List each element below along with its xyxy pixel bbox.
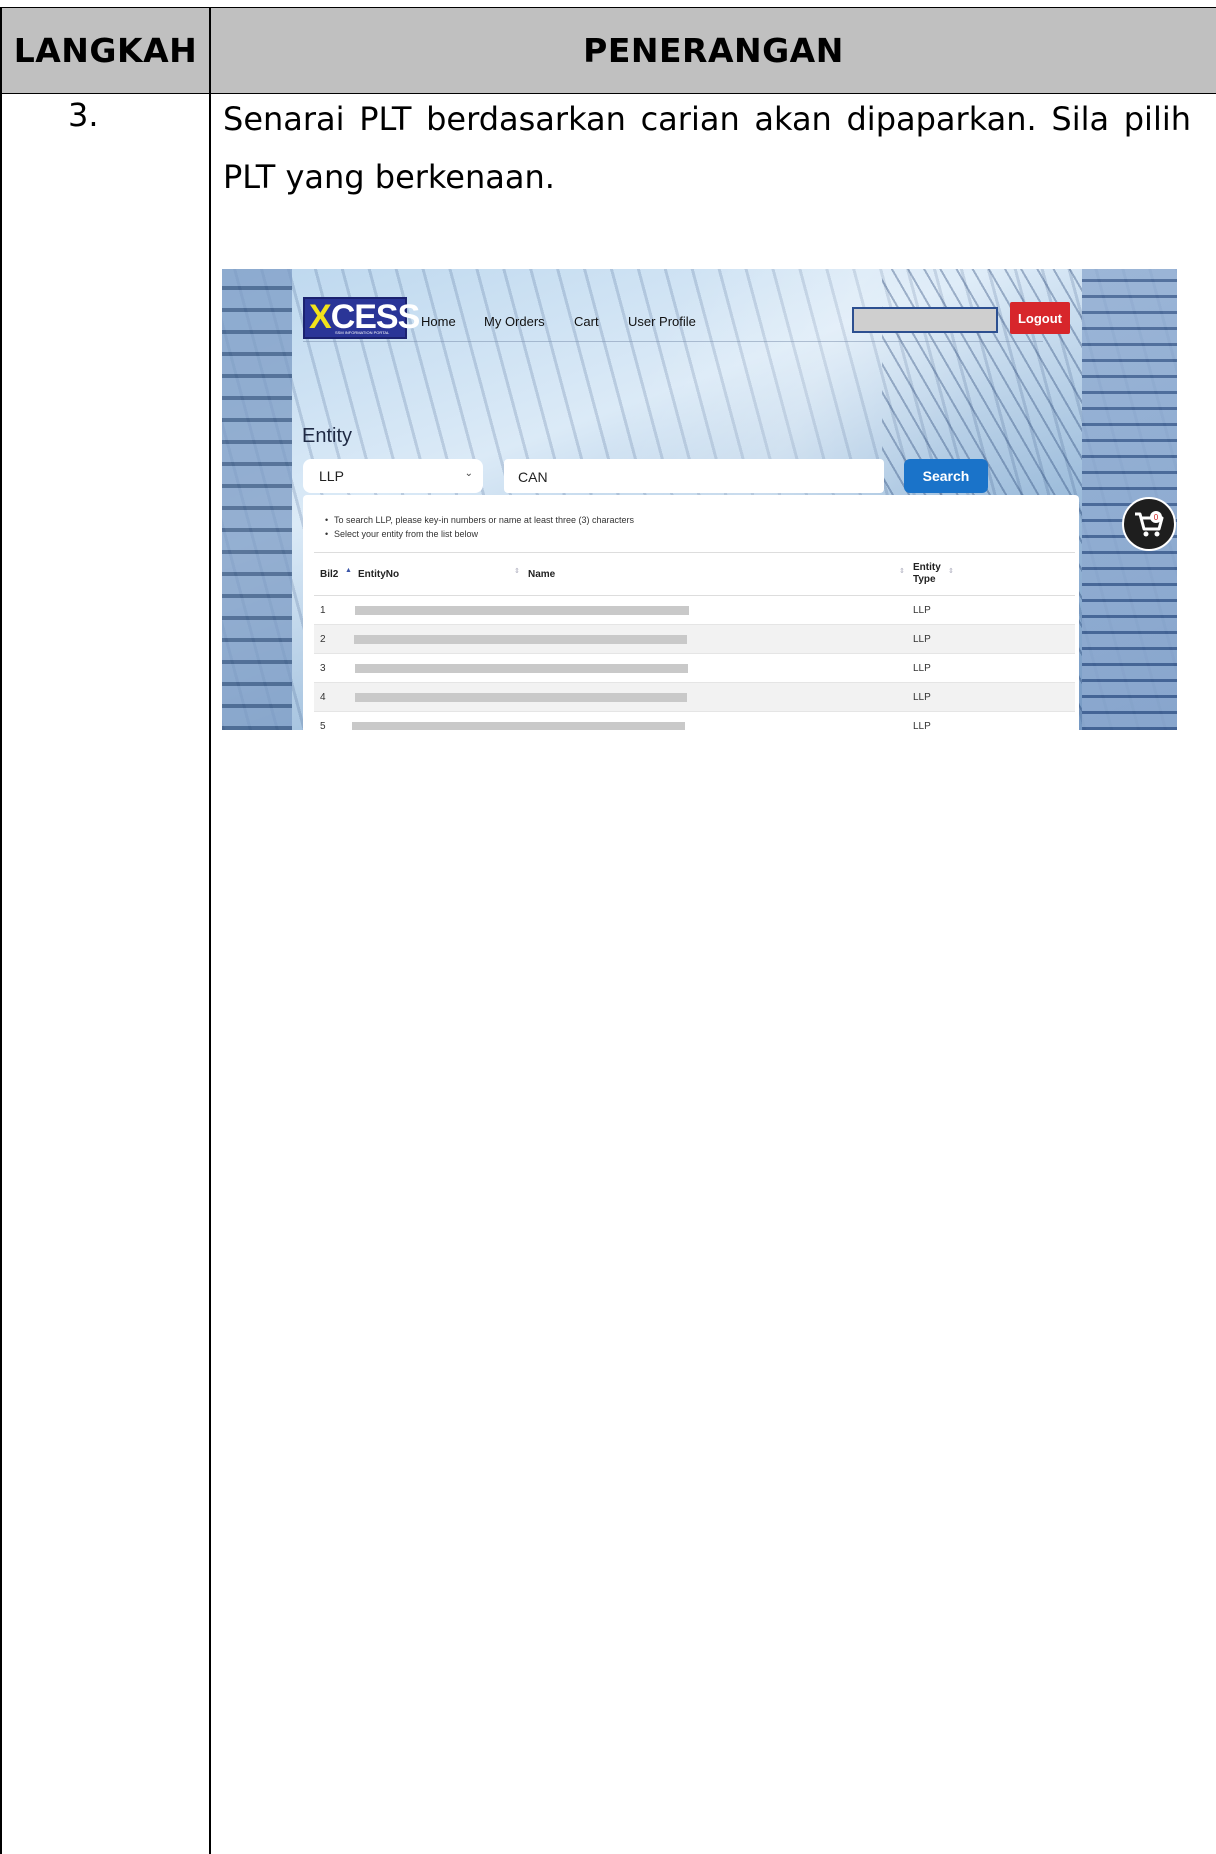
sort-asc-icon: ▲ bbox=[345, 567, 352, 574]
nav-home[interactable]: Home bbox=[421, 314, 456, 329]
header-langkah-label: LANGKAH bbox=[13, 31, 198, 70]
table-row[interactable]: 2 LLP bbox=[314, 625, 1075, 654]
row-bil: 1 bbox=[320, 605, 326, 616]
hint-item: To search LLP, please key-in numbers or … bbox=[325, 513, 634, 527]
nav-user-profile[interactable]: User Profile bbox=[628, 314, 696, 329]
column-bil[interactable]: Bil2 bbox=[320, 569, 338, 580]
results-panel: To search LLP, please key-in numbers or … bbox=[303, 495, 1079, 730]
row-bil: 4 bbox=[320, 692, 326, 703]
table-row[interactable]: 3 LLP bbox=[314, 654, 1075, 683]
header-penerangan: PENERANGAN bbox=[211, 8, 1216, 93]
entity-type-value: LLP bbox=[319, 468, 344, 484]
embedded-screenshot: XCESS SSM INFORMATION PORTAL Home My Ord… bbox=[222, 269, 1177, 730]
column-entity-type[interactable]: Entity Type bbox=[913, 562, 943, 586]
column-name[interactable]: Name bbox=[528, 569, 555, 580]
redacted-entity bbox=[355, 664, 688, 673]
hint-item: Select your entity from the list below bbox=[325, 527, 634, 541]
entity-heading: Entity bbox=[302, 425, 353, 447]
row-bil: 2 bbox=[320, 634, 326, 645]
chevron-down-icon: ⌄ bbox=[464, 468, 473, 479]
cart-count-badge: 0 bbox=[1150, 511, 1162, 523]
row-entity-type: LLP bbox=[913, 721, 931, 730]
logo-subtitle: SSM INFORMATION PORTAL bbox=[335, 330, 390, 335]
row-bil: 3 bbox=[320, 663, 326, 674]
nav-divider bbox=[303, 341, 1043, 342]
results-table: Bil2 ▲ EntityNo ⇕ Name ⇕ Entity Type ⇕ 1… bbox=[314, 552, 1075, 730]
cart-icon bbox=[1135, 512, 1164, 537]
search-hints: To search LLP, please key-in numbers or … bbox=[325, 513, 634, 541]
sort-icon: ⇕ bbox=[899, 568, 905, 575]
table-row[interactable]: 1 LLP bbox=[314, 596, 1075, 625]
results-table-header: Bil2 ▲ EntityNo ⇕ Name ⇕ Entity Type ⇕ bbox=[314, 552, 1075, 596]
header-langkah: LANGKAH bbox=[2, 8, 209, 93]
logout-button[interactable]: Logout bbox=[1010, 302, 1070, 334]
xcess-logo[interactable]: XCESS SSM INFORMATION PORTAL bbox=[303, 297, 420, 339]
row-entity-type: LLP bbox=[913, 634, 931, 645]
sort-icon: ⇕ bbox=[948, 568, 954, 575]
instruction-table: LANGKAH PENERANGAN 3. Senarai PLT berdas… bbox=[0, 0, 1216, 1854]
redacted-entity bbox=[355, 693, 687, 702]
column-entity-no[interactable]: EntityNo bbox=[358, 569, 399, 580]
search-button[interactable]: Search bbox=[904, 459, 988, 493]
logo-x-letter: X bbox=[309, 298, 332, 336]
header-penerangan-label: PENERANGAN bbox=[583, 31, 844, 70]
column-divider bbox=[209, 7, 211, 1854]
search-input[interactable]: CAN bbox=[504, 459, 884, 493]
floating-cart-button[interactable]: 0 bbox=[1122, 497, 1176, 551]
background-building-left bbox=[222, 269, 292, 730]
row-bil: 5 bbox=[320, 721, 326, 730]
redacted-entity bbox=[354, 635, 687, 644]
row-entity-type: LLP bbox=[913, 605, 931, 616]
redacted-entity bbox=[352, 722, 685, 730]
table-row[interactable]: 5 LLP bbox=[314, 712, 1075, 730]
table-left-border bbox=[0, 7, 2, 1854]
entity-type-select[interactable]: LLP ⌄ bbox=[303, 459, 483, 493]
row-entity-type: LLP bbox=[913, 692, 931, 703]
table-row[interactable]: 4 LLP bbox=[314, 683, 1075, 712]
nav-my-orders[interactable]: My Orders bbox=[484, 314, 545, 329]
sort-icon: ⇕ bbox=[514, 568, 520, 575]
row-entity-type: LLP bbox=[913, 663, 931, 674]
step-description: Senarai PLT berdasarkan carian akan dipa… bbox=[223, 100, 1191, 196]
nav-cart[interactable]: Cart bbox=[574, 314, 599, 329]
step-number: 3. bbox=[68, 96, 99, 134]
redacted-entity bbox=[355, 606, 689, 615]
redacted-username bbox=[852, 307, 998, 333]
